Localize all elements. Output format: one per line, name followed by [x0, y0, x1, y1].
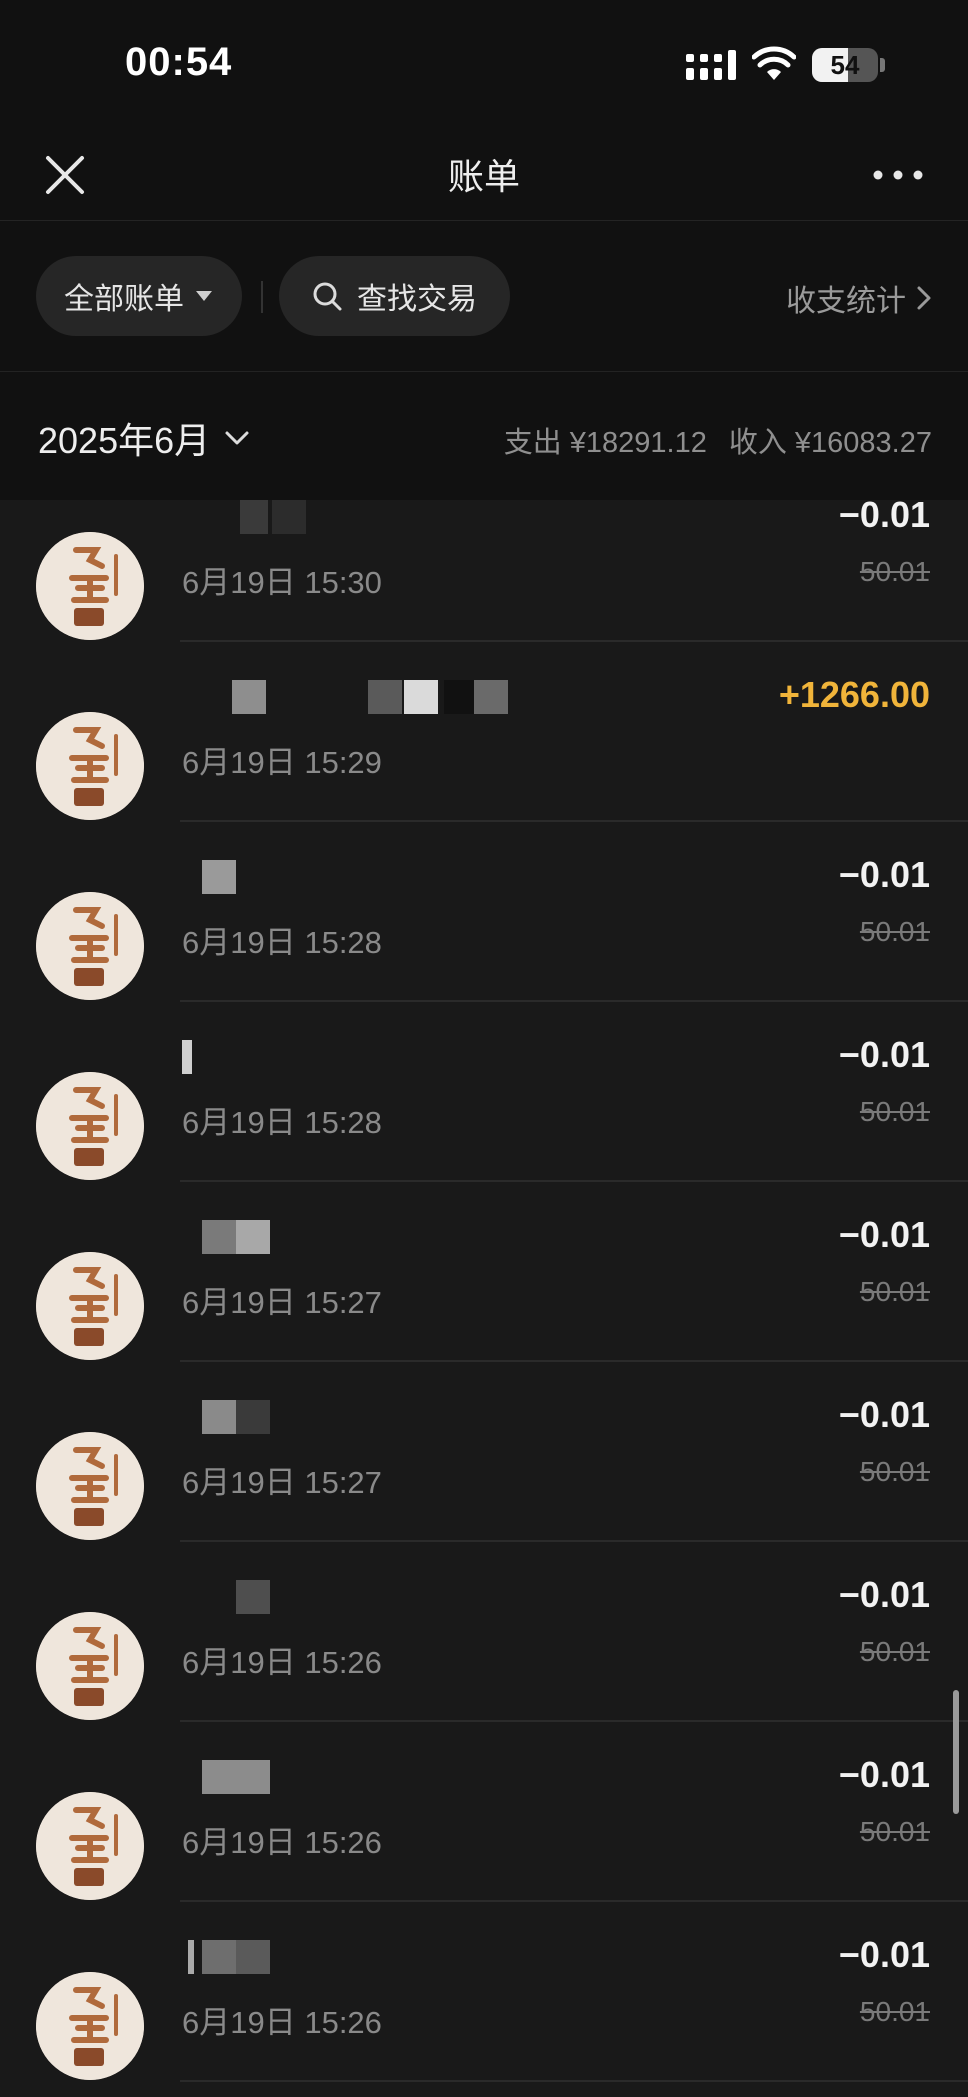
merchant-avatar [36, 532, 144, 640]
divider [261, 281, 263, 313]
search-icon [313, 282, 342, 311]
transaction-time: 6月19日 15:26 [182, 2005, 382, 2040]
original-amount: 50.01 [859, 556, 930, 587]
redacted-block [236, 1400, 270, 1434]
stats-label: 收支统计 [786, 285, 906, 318]
battery-cap [880, 58, 885, 72]
transaction-amount: −0.01 [838, 1034, 930, 1075]
transaction-row[interactable]: 6月19日 15:26 −0.01 50.01 [0, 1902, 968, 2082]
merchant-avatar [36, 1972, 144, 2080]
battery-percent: 54 [830, 50, 860, 80]
scrollbar[interactable] [953, 1690, 959, 1814]
transaction-amount: −0.01 [838, 1754, 930, 1795]
merchant-avatar [36, 1072, 144, 1180]
transaction-time: 6月19日 15:29 [182, 745, 382, 780]
chevron-right-icon [917, 286, 931, 310]
redacted-block [202, 1760, 236, 1794]
merchant-avatar [36, 1432, 144, 1540]
transaction-row[interactable]: 6月19日 15:30 −0.01 50.01 [0, 500, 968, 642]
transaction-time: 6月19日 15:27 [182, 1285, 382, 1320]
battery-icon: 54 [812, 48, 878, 82]
status-bar: 00:54 54 [0, 0, 968, 130]
original-amount: 50.01 [859, 1096, 930, 1127]
redacted-block [474, 680, 508, 714]
merchant-avatar [36, 1252, 144, 1360]
caret-down-icon [196, 291, 212, 301]
income-expense-stats-link[interactable]: 收支统计 [786, 276, 932, 320]
redacted-block [272, 500, 306, 534]
cellular-signal-icon [686, 50, 736, 80]
merchant-avatar [36, 1792, 144, 1900]
transaction-row[interactable]: 6月19日 15:26 −0.01 50.01 [0, 1722, 968, 1902]
transaction-row[interactable]: 6月19日 15:27 −0.01 50.01 [0, 1362, 968, 1542]
original-amount: 50.01 [859, 1456, 930, 1487]
transaction-time: 6月19日 15:26 [182, 1645, 382, 1680]
transaction-time: 6月19日 15:28 [182, 925, 382, 960]
expense-total: 支出 ¥18291.12 [503, 427, 707, 459]
transaction-row[interactable]: 6月19日 15:29 +1266.00 [0, 642, 968, 822]
redacted-block [236, 1580, 270, 1614]
transaction-time: 6月19日 15:26 [182, 1825, 382, 1860]
income-total: 收入 ¥16083.27 [728, 427, 932, 459]
original-amount: 50.01 [859, 1816, 930, 1847]
more-dots-icon[interactable] [868, 152, 928, 198]
merchant-avatar [36, 712, 144, 820]
transaction-amount: −0.01 [838, 1934, 930, 1975]
original-amount: 50.01 [859, 1276, 930, 1307]
redacted-block [236, 1760, 270, 1794]
chevron-down-icon [225, 431, 249, 445]
transaction-amount: +1266.00 [778, 674, 930, 715]
month-header: 2025年6月 支出 ¥18291.12 收入 ¥16083.27 [0, 372, 968, 500]
redacted-block [202, 860, 236, 894]
wifi-icon [752, 46, 796, 80]
row-divider [180, 2080, 968, 2082]
transaction-time: 6月19日 15:30 [182, 565, 382, 600]
month-selector[interactable]: 2025年6月 [38, 412, 250, 464]
original-amount: 50.01 [859, 1636, 930, 1667]
filter-bar: 全部账单 查找交易 收支统计 [0, 221, 968, 372]
redacted-block [182, 1040, 192, 1074]
redacted-block [240, 500, 268, 534]
redacted-block [202, 1940, 236, 1974]
search-transactions-button[interactable]: 查找交易 [279, 256, 510, 336]
redacted-block [232, 680, 266, 714]
transaction-amount: −0.01 [838, 1214, 930, 1255]
redacted-block [236, 1940, 270, 1974]
transaction-row[interactable]: 6月19日 15:27 −0.01 50.01 [0, 1182, 968, 1362]
transaction-row[interactable]: 6月19日 15:28 −0.01 50.01 [0, 822, 968, 1002]
merchant-avatar [36, 892, 144, 1000]
transaction-amount: −0.01 [838, 1574, 930, 1615]
redacted-block [188, 1940, 194, 1974]
page-title: 账单 [447, 156, 520, 197]
redacted-block [202, 1220, 236, 1254]
search-label: 查找交易 [357, 283, 477, 316]
transaction-amount: −0.01 [838, 1394, 930, 1435]
redacted-block [236, 1220, 270, 1254]
transaction-list[interactable]: 6月19日 15:30 −0.01 50.01 6月19日 15:29 +1266.00… [0, 500, 968, 2097]
merchant-avatar [36, 1612, 144, 1720]
original-amount: 50.01 [859, 916, 930, 947]
transaction-time: 6月19日 15:27 [182, 1465, 382, 1500]
transaction-amount: −0.01 [838, 500, 930, 535]
transaction-row[interactable]: 6月19日 15:26 −0.01 50.01 [0, 1542, 968, 1722]
status-time: 00:54 [125, 40, 233, 84]
transaction-amount: −0.01 [838, 854, 930, 895]
redacted-block [444, 680, 478, 714]
original-amount: 50.01 [859, 1996, 930, 2027]
redacted-block [368, 680, 402, 714]
month-label: 2025年6月 [38, 420, 211, 461]
all-bills-dropdown[interactable]: 全部账单 [36, 256, 242, 336]
transaction-time: 6月19日 15:28 [182, 1105, 382, 1140]
nav-bar: 账单 [0, 130, 968, 221]
all-bills-label: 全部账单 [64, 283, 184, 316]
month-summary: 支出 ¥18291.12 收入 ¥16083.27 [504, 419, 932, 461]
redacted-block [404, 680, 438, 714]
redacted-block [202, 1400, 236, 1434]
transaction-row[interactable]: 6月19日 15:28 −0.01 50.01 [0, 1002, 968, 1182]
